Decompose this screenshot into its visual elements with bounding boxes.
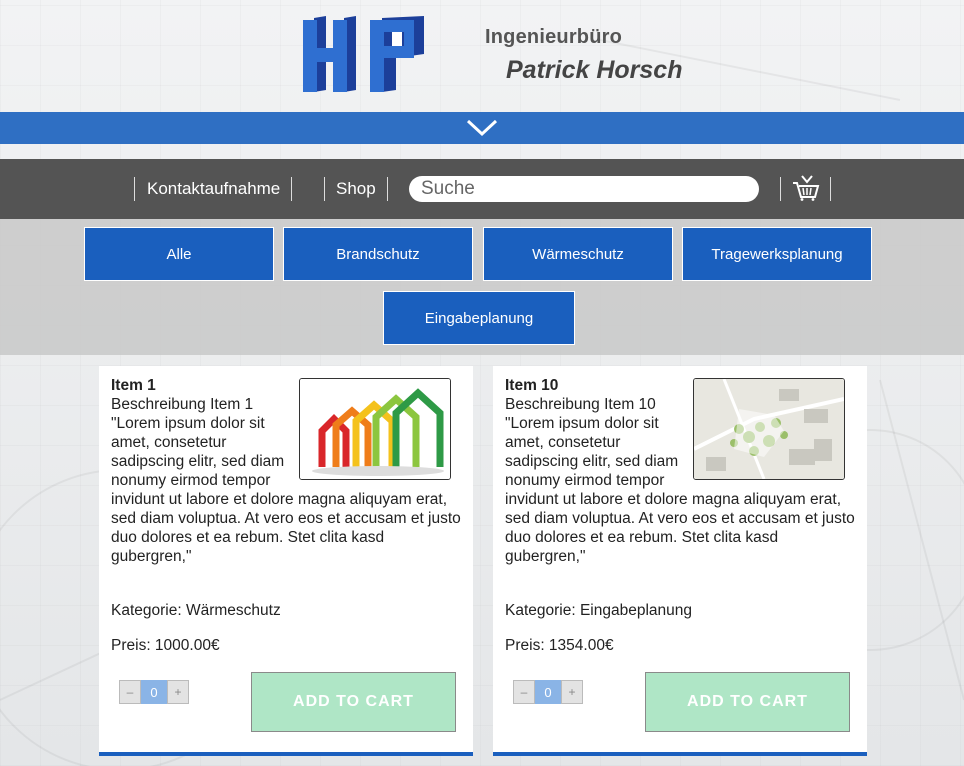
quantity-stepper: – 0 + — [513, 680, 583, 704]
search-input[interactable] — [409, 176, 759, 202]
product-text: Item 1 Beschreibung Item 1 "Lorem ipsum … — [111, 376, 461, 566]
nav-separator — [291, 177, 292, 201]
decrement-button[interactable]: – — [513, 680, 535, 704]
product-price: Preis: 1000.00€ — [111, 637, 220, 654]
nav-item-kontaktaufnahme[interactable]: Kontaktaufnahme — [147, 179, 280, 199]
filter-brandschutz-button[interactable]: Brandschutz — [283, 227, 473, 281]
product-category: Kategorie: Eingabeplanung — [505, 602, 693, 619]
quantity-stepper: – 0 + — [119, 680, 189, 704]
decrement-button[interactable]: – — [119, 680, 141, 704]
chevron-down-icon[interactable] — [466, 118, 498, 138]
add-to-cart-button[interactable]: ADD TO CART — [251, 672, 456, 732]
product-price: Preis: 1354.00€ — [505, 637, 614, 654]
filter-waermeschutz-button[interactable]: Wärmeschutz — [483, 227, 673, 281]
energy-house-icon[interactable] — [299, 378, 451, 480]
quantity-value[interactable]: 0 — [535, 680, 561, 704]
nav-separator — [134, 177, 135, 201]
basket-icon[interactable] — [792, 175, 820, 201]
site-plan-icon[interactable] — [693, 378, 845, 480]
product-text: Item 10 Beschreibung Item 10 "Lorem ipsu… — [505, 376, 855, 566]
product-card: Item 1 Beschreibung Item 1 "Lorem ipsum … — [99, 366, 473, 756]
nav-separator — [387, 177, 388, 201]
nav-item-shop[interactable]: Shop — [336, 179, 376, 199]
expand-bar[interactable] — [0, 112, 964, 144]
increment-button[interactable]: + — [167, 680, 189, 704]
quantity-value[interactable]: 0 — [141, 680, 167, 704]
category-filter-bar: Alle Brandschutz Wärmeschutz Tragewerksp… — [0, 219, 964, 355]
filter-alle-button[interactable]: Alle — [84, 227, 274, 281]
add-to-cart-button[interactable]: ADD TO CART — [645, 672, 850, 732]
nav-separator — [830, 177, 831, 201]
nav-separator — [324, 177, 325, 201]
filter-eingabeplanung-button[interactable]: Eingabeplanung — [383, 291, 575, 345]
product-card: Item 10 Beschreibung Item 10 "Lorem ipsu… — [493, 366, 867, 756]
product-category: Kategorie: Wärmeschutz — [111, 602, 281, 619]
nav-separator — [780, 177, 781, 201]
brand-title: Ingenieurbüro — [485, 26, 623, 48]
increment-button[interactable]: + — [561, 680, 583, 704]
site-header: Ingenieurbüro Patrick Horsch — [0, 0, 964, 112]
brand-owner-name: Patrick Horsch — [506, 56, 683, 84]
hp-logo[interactable] — [300, 14, 430, 94]
filter-tragewerksplanung-button[interactable]: Tragewerksplanung — [682, 227, 872, 281]
